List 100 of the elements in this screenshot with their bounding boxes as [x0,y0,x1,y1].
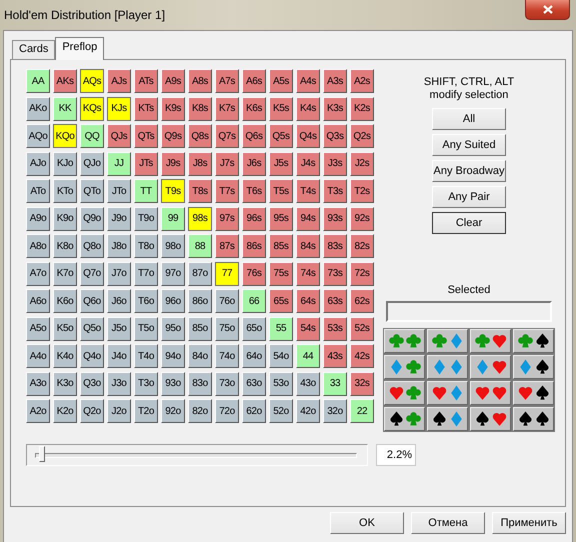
hand-cell[interactable]: T3o [134,372,158,396]
hand-cell[interactable]: 53s [323,316,347,340]
hand-cell[interactable]: A6s [242,69,266,93]
hand-cell[interactable]: Q6o [80,289,104,313]
hand-cell[interactable]: 76s [242,262,266,286]
hand-cell[interactable]: T2s [350,179,374,203]
hand-cell[interactable]: 85s [269,234,293,258]
hand-cell[interactable]: J6o [107,289,131,313]
hand-cell[interactable]: AKo [26,96,50,120]
hand-cell[interactable]: 63o [242,372,266,396]
hand-cell[interactable]: Q3s [323,124,347,148]
hand-cell[interactable]: 96o [161,289,185,313]
hand-cell[interactable]: Q5s [269,124,293,148]
hand-cell[interactable]: 84s [296,234,320,258]
hand-cell[interactable]: 73o [215,372,239,396]
hand-cell[interactable]: T6s [242,179,266,203]
hand-cell[interactable]: K2s [350,96,374,120]
hand-cell[interactable]: T5o [134,316,158,340]
hand-cell[interactable]: J5o [107,316,131,340]
hand-cell[interactable]: 65o [242,316,266,340]
hand-cell[interactable]: JTo [107,179,131,203]
hand-cell[interactable]: A5o [26,316,50,340]
hand-cell[interactable]: Q4o [80,344,104,368]
hand-cell[interactable]: K8s [188,96,212,120]
dialog-button[interactable]: Отмена [411,512,485,534]
hand-cell[interactable]: 75s [269,262,293,286]
hand-cell[interactable]: K8o [53,234,77,258]
hand-cell[interactable]: A2o [26,399,50,423]
hand-cell[interactable]: J2o [107,399,131,423]
hand-cell[interactable]: K4s [296,96,320,120]
hand-cell[interactable]: K6s [242,96,266,120]
hand-cell[interactable]: Q4s [296,124,320,148]
dialog-button[interactable]: OK [330,512,404,534]
hand-cell[interactable]: T8s [188,179,212,203]
hand-cell[interactable]: AJo [26,152,50,176]
hand-cell[interactable]: J7o [107,262,131,286]
hand-cell[interactable]: TT [134,179,158,203]
hand-cell[interactable]: A9s [161,69,185,93]
selection-button[interactable]: Any Pair [432,186,506,208]
hand-cell[interactable]: 87s [215,234,239,258]
hand-cell[interactable]: 52s [350,316,374,340]
hand-cell[interactable]: 95s [269,206,293,230]
hand-cell[interactable]: AKs [53,69,77,93]
hand-cell[interactable]: K9o [53,206,77,230]
hand-cell[interactable]: 82o [188,399,212,423]
hand-cell[interactable]: 22 [350,399,374,423]
hand-cell[interactable]: K7o [53,262,77,286]
hand-cell[interactable]: 54s [296,316,320,340]
hand-cell[interactable]: KTs [134,96,158,120]
hand-cell[interactable]: 98o [161,234,185,258]
hand-cell[interactable]: K7s [215,96,239,120]
hand-cell[interactable]: Q2o [80,399,104,423]
hand-cell[interactable]: A4s [296,69,320,93]
hand-cell[interactable]: A5s [269,69,293,93]
suit-combo-button[interactable] [513,407,554,431]
hand-cell[interactable]: QQ [80,124,104,148]
hand-cell[interactable]: 52o [269,399,293,423]
hand-cell[interactable]: JJ [107,152,131,176]
hand-cell[interactable]: J3s [323,152,347,176]
hand-cell[interactable]: 88 [188,234,212,258]
hand-cell[interactable]: Q5o [80,316,104,340]
hand-cell[interactable]: 86s [242,234,266,258]
hand-cell[interactable]: 62o [242,399,266,423]
suit-combo-button[interactable] [470,407,511,431]
hand-cell[interactable]: 55 [269,316,293,340]
hand-cell[interactable]: 75o [215,316,239,340]
hand-cell[interactable]: K4o [53,344,77,368]
hand-cell[interactable]: 64o [242,344,266,368]
hand-cell[interactable]: Q7o [80,262,104,286]
slider-thumb[interactable] [39,446,46,462]
hand-cell[interactable]: Q9s [161,124,185,148]
hand-cell[interactable]: Q6s [242,124,266,148]
hand-cell[interactable]: Q7s [215,124,239,148]
hand-cell[interactable]: QTs [134,124,158,148]
hand-cell[interactable]: 54o [269,344,293,368]
hand-cell[interactable]: AQo [26,124,50,148]
hand-cell[interactable]: 42o [296,399,320,423]
hand-cell[interactable]: A7o [26,262,50,286]
hand-cell[interactable]: KJs [107,96,131,120]
hand-cell[interactable]: ATo [26,179,50,203]
hand-cell[interactable]: 64s [296,289,320,313]
hand-cell[interactable]: 92s [350,206,374,230]
hand-cell[interactable]: J7s [215,152,239,176]
hand-cell[interactable]: KTo [53,179,77,203]
hand-cell[interactable]: 33 [323,372,347,396]
percent-field[interactable]: 2.2% [376,444,416,466]
hand-cell[interactable]: K3o [53,372,77,396]
hand-cell[interactable]: AJs [107,69,131,93]
hand-cell[interactable]: 98s [188,206,212,230]
hand-cell[interactable]: A8s [188,69,212,93]
hand-cell[interactable]: 66 [242,289,266,313]
hand-cell[interactable]: 76o [215,289,239,313]
hand-cell[interactable]: 63s [323,289,347,313]
suit-combo-button[interactable] [513,329,554,353]
hand-cell[interactable]: A3s [323,69,347,93]
suit-combo-button[interactable] [384,407,425,431]
hand-cell[interactable]: Q9o [80,206,104,230]
hand-cell[interactable]: 99 [161,206,185,230]
suit-combo-button[interactable] [513,381,554,405]
hand-cell[interactable]: K5s [269,96,293,120]
